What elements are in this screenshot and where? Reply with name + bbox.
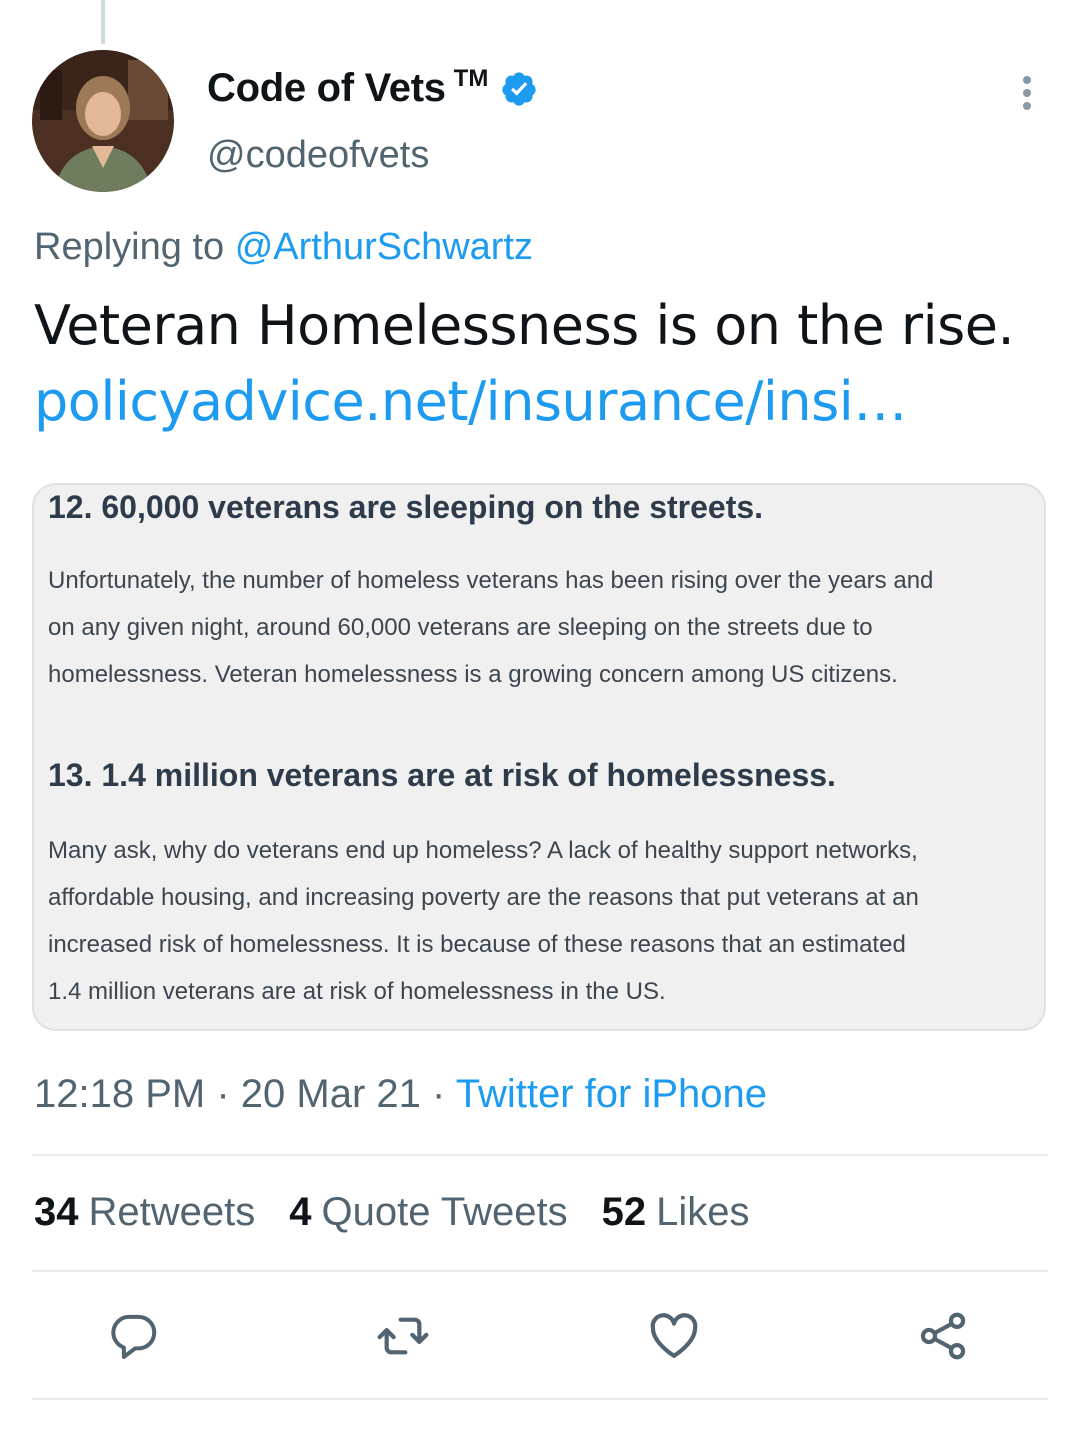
- image-paragraph-1: Unfortunately, the number of homeless ve…: [48, 557, 1038, 698]
- image-paragraph-line: homelessness. Veteran homelessness is a …: [48, 661, 898, 688]
- engagement-stats: 34 Retweets 4 Quote Tweets 52 Likes: [34, 1190, 783, 1235]
- image-paragraph-line: 1.4 million veterans are at risk of home…: [48, 978, 666, 1005]
- author-name-row[interactable]: Code of Vets TM: [207, 64, 538, 111]
- divider: [32, 1398, 1048, 1400]
- divider: [32, 1154, 1048, 1156]
- replying-to-line: Replying to @ArthurSchwartz: [34, 226, 533, 269]
- trademark-symbol: TM: [453, 64, 489, 92]
- meta-separator: ·: [216, 1072, 230, 1116]
- thread-connector-line: [101, 0, 105, 44]
- likes-count: 52: [601, 1190, 647, 1234]
- tweet-time[interactable]: 12:18 PM: [34, 1072, 205, 1116]
- image-paragraph-line: Many ask, why do veterans end up homeles…: [48, 837, 918, 864]
- reply-icon: [111, 1314, 157, 1359]
- tweet-body: Veteran Homelessness is on the rise. pol…: [34, 288, 1054, 440]
- share-button[interactable]: [915, 1308, 971, 1364]
- image-paragraph-line: Unfortunately, the number of homeless ve…: [48, 567, 934, 594]
- verified-badge-icon: [502, 71, 536, 106]
- author-handle[interactable]: @codeofvets: [207, 134, 429, 177]
- image-heading-1: 12. 60,000 veterans are sleeping on the …: [48, 489, 764, 525]
- image-paragraph-line: affordable housing, and increasing pover…: [48, 884, 919, 911]
- divider: [32, 1270, 1048, 1272]
- image-paragraph-2: Many ask, why do veterans end up homeles…: [48, 827, 1038, 1015]
- attached-image[interactable]: 12. 60,000 veterans are sleeping on the …: [32, 483, 1046, 1031]
- image-paragraph-line: on any given night, around 60,000 vetera…: [48, 614, 873, 641]
- reply-mention-link[interactable]: @ArthurSchwartz: [235, 226, 533, 268]
- tweet-metadata: 12:18 PM · 20 Mar 21 · Twitter for iPhon…: [34, 1072, 767, 1117]
- quote-tweets-count: 4: [289, 1190, 312, 1234]
- tweet-date[interactable]: 20 Mar 21: [241, 1072, 421, 1116]
- quote-tweets-stat[interactable]: 4 Quote Tweets: [289, 1190, 567, 1235]
- author-display-name[interactable]: Code of Vets: [207, 66, 446, 111]
- likes-stat[interactable]: 52 Likes: [602, 1190, 750, 1235]
- avatar[interactable]: [32, 50, 174, 192]
- retweets-label: Retweets: [88, 1190, 256, 1234]
- tweet-source-link[interactable]: Twitter for iPhone: [456, 1072, 767, 1116]
- reply-button[interactable]: [106, 1308, 162, 1364]
- quote-tweets-label: Quote Tweets: [321, 1190, 568, 1234]
- image-heading-2: 13. 1.4 million veterans are at risk of …: [48, 757, 836, 793]
- retweet-button[interactable]: [375, 1308, 431, 1364]
- avatar-photo: [32, 50, 174, 192]
- retweets-stat[interactable]: 34 Retweets: [34, 1190, 255, 1235]
- meta-separator: ·: [432, 1072, 446, 1116]
- likes-label: Likes: [656, 1190, 750, 1234]
- retweet-icon: [377, 1317, 429, 1355]
- more-vertical-icon[interactable]: [1010, 72, 1044, 114]
- tweet-link[interactable]: policyadvice.net/insurance/insi…: [34, 364, 1054, 440]
- share-icon: [920, 1312, 966, 1360]
- heart-icon: [650, 1313, 698, 1358]
- like-button[interactable]: [646, 1308, 702, 1364]
- tweet-text: Veteran Homelessness is on the rise.: [34, 294, 1015, 357]
- retweets-count: 34: [34, 1190, 79, 1234]
- replying-to-label: Replying to: [34, 226, 225, 268]
- image-paragraph-line: increased risk of homelessness. It is be…: [48, 931, 906, 958]
